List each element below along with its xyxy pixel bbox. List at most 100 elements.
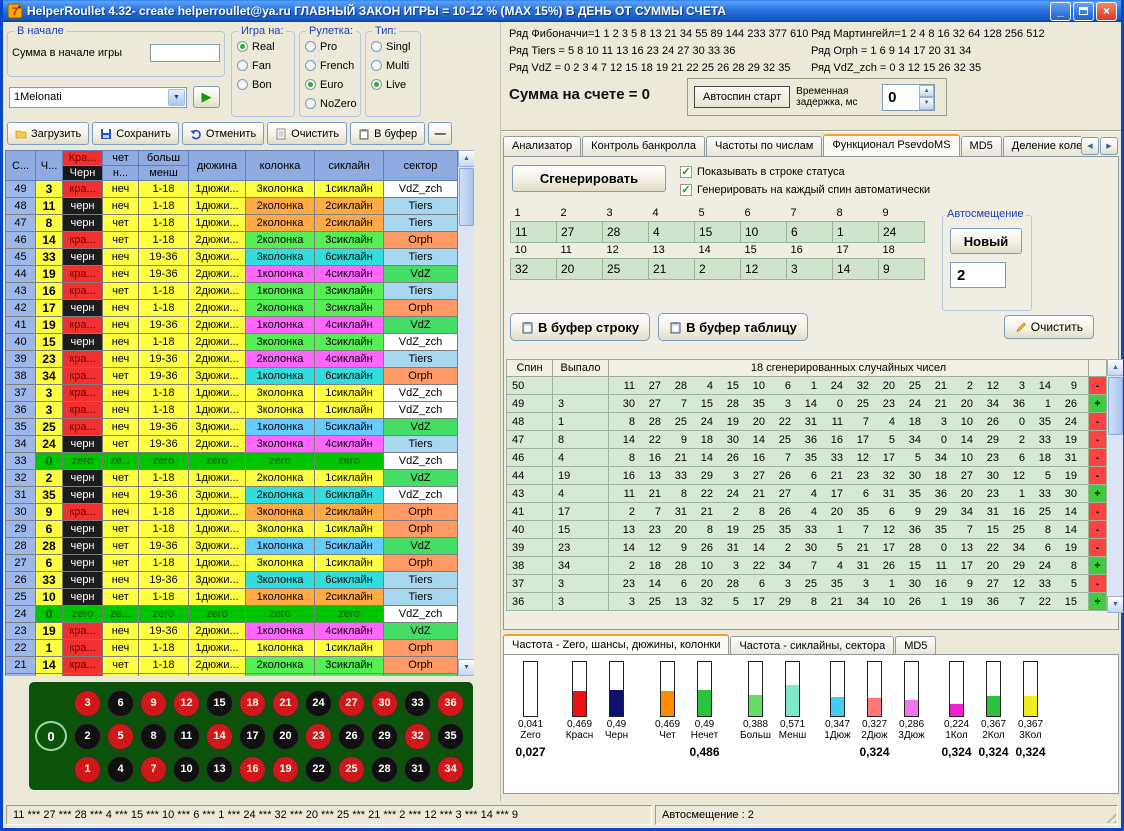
board-number-11[interactable]: 11 (173, 723, 200, 750)
scroll-down-icon[interactable]: ▼ (1107, 596, 1123, 613)
undo-button[interactable]: Отменить (182, 122, 264, 145)
results-row[interactable]: 49330277152835314025232421203436126+ (507, 395, 1107, 413)
scroll-up-icon[interactable]: ▲ (458, 150, 474, 167)
history-header-cell[interactable]: Ч... (36, 151, 63, 181)
save-button[interactable]: Сохранить (92, 122, 179, 145)
history-row[interactable]: 296чернчет1-181дюжи...3колонка1сиклайнOr… (6, 521, 458, 538)
history-row[interactable]: 478чернчет1-181дюжи...2колонка2сиклайнTi… (6, 215, 458, 232)
generate-button[interactable]: Сгенерировать (512, 165, 666, 192)
board-number-24[interactable]: 24 (305, 690, 332, 717)
history-row[interactable]: 276чернчет1-181дюжи...3колонка1сиклайнOr… (6, 555, 458, 572)
board-number-10[interactable]: 10 (173, 756, 200, 783)
board-number-1[interactable]: 1 (74, 756, 101, 783)
history-header-cell[interactable]: дюжина (189, 151, 246, 181)
history-row[interactable]: 4316кра...чет1-182дюжи...1колонка3сиклай… (6, 283, 458, 300)
history-header-cell[interactable]: Черн (63, 166, 103, 181)
board-number-27[interactable]: 27 (338, 690, 365, 717)
board-number-19[interactable]: 19 (272, 756, 299, 783)
load-button[interactable]: Загрузить (7, 122, 89, 145)
radio-live[interactable]: Live (371, 76, 420, 93)
autospin-start-button[interactable]: Автоспин старт (694, 86, 790, 108)
tab-scroll-left-icon[interactable]: ◀ (1081, 137, 1099, 155)
history-row[interactable]: 4119кра...неч19-362дюжи...1колонка4сикла… (6, 317, 458, 334)
history-row[interactable]: 4533черннеч19-363дюжи...3колонка6сиклайн… (6, 249, 458, 266)
copy-row-button[interactable]: В буфер строку (510, 313, 650, 341)
history-header-cell[interactable]: С... (6, 151, 36, 181)
board-number-23[interactable]: 23 (305, 723, 332, 750)
tab-частота-zero-шансы-дюжины-колонки[interactable]: Частота - Zero, шансы, дюжины, колонки (503, 634, 729, 656)
board-number-5[interactable]: 5 (107, 723, 134, 750)
results-row[interactable]: 50112728415106124322025212123149- (507, 377, 1107, 395)
history-header-cell[interactable]: Кра... (63, 151, 103, 166)
board-number-36[interactable]: 36 (437, 690, 464, 717)
board-number-3[interactable]: 3 (74, 690, 101, 717)
board-number-9[interactable]: 9 (140, 690, 167, 717)
delay-spinbox[interactable]: 0 ▲ ▼ (882, 84, 935, 111)
history-header-cell[interactable]: сиклайн (315, 151, 384, 181)
history-row[interactable]: 221кра...неч1-181дюжи...1колонка1сиклайн… (6, 640, 458, 657)
show-in-statusbar-checkbox[interactable]: ✓ Показывать в строке статуса (680, 166, 845, 178)
history-row[interactable]: 4217черннеч1-182дюжи...2колонка3сиклайнO… (6, 300, 458, 317)
radio-euro[interactable]: Euro (305, 76, 360, 93)
board-number-21[interactable]: 21 (272, 690, 299, 717)
board-number-33[interactable]: 33 (404, 690, 431, 717)
copy-table-button[interactable]: В буфер таблицу (658, 313, 808, 341)
history-scrollbar[interactable]: ▲ ▼ (458, 150, 474, 676)
results-row[interactable]: 47814229183014253616175340142923319- (507, 431, 1107, 449)
results-row[interactable]: 4818282524192022311174183102603524- (507, 413, 1107, 431)
history-row[interactable]: 3424чернчет19-362дюжи...3колонка4сиклайн… (6, 436, 458, 453)
results-scrollbar[interactable]: ▲ ▼ (1107, 359, 1123, 613)
close-button[interactable]: × (1096, 2, 1117, 21)
collapse-button[interactable]: — (428, 122, 452, 145)
results-row[interactable]: 39231412926311423052117280132234619- (507, 539, 1107, 557)
results-header-cell[interactable]: 18 сгенерированных случайных чисел (609, 360, 1089, 377)
history-row[interactable]: 3834кра...чет19-363дюжи...1колонка6сикла… (6, 368, 458, 385)
history-row[interactable]: 3135черннеч19-363дюжи...2колонка6сиклайн… (6, 487, 458, 504)
board-number-7[interactable]: 7 (140, 756, 167, 783)
spin-down-icon[interactable]: ▼ (919, 97, 934, 110)
board-number-25[interactable]: 25 (338, 756, 365, 783)
resize-grip[interactable] (1103, 810, 1116, 823)
board-number-20[interactable]: 20 (272, 723, 299, 750)
board-number-35[interactable]: 35 (437, 723, 464, 750)
board-number-6[interactable]: 6 (107, 690, 134, 717)
clear-button[interactable]: Очистить (267, 122, 347, 145)
board-number-12[interactable]: 12 (173, 690, 200, 717)
tab-md5[interactable]: MD5 (895, 636, 936, 656)
results-row[interactable]: 3633251332517298213410261193672215+ (507, 593, 1107, 611)
radio-nozero[interactable]: NoZero (305, 95, 360, 112)
history-row[interactable]: 4419кра...неч19-362дюжи...1колонка4сикла… (6, 266, 458, 283)
board-number-8[interactable]: 8 (140, 723, 167, 750)
radio-real[interactable]: Real (237, 38, 294, 55)
results-row[interactable]: 38342182810322347431261511172029248+ (507, 557, 1107, 575)
board-number-32[interactable]: 32 (404, 723, 431, 750)
board-number-31[interactable]: 31 (404, 756, 431, 783)
radio-pro[interactable]: Pro (305, 38, 360, 55)
history-row[interactable]: 4811черннеч1-181дюжи...2колонка2сиклайнT… (6, 198, 458, 215)
tab-деление-колеса-на[interactable]: Деление колеса на (1003, 136, 1081, 156)
maximize-button[interactable] (1073, 2, 1094, 21)
history-row[interactable]: 4614кра...чет1-182дюжи...2колонка3сиклай… (6, 232, 458, 249)
history-row[interactable]: 2018кра...чет1-182дюжи...3колонка3сиклай… (6, 674, 458, 677)
board-number-4[interactable]: 4 (107, 756, 134, 783)
history-header-cell[interactable]: колонка (246, 151, 315, 181)
radio-french[interactable]: French (305, 57, 360, 74)
history-row[interactable]: 2828чернчет19-363дюжи...1колонка5сиклайн… (6, 538, 458, 555)
board-number-22[interactable]: 22 (305, 756, 332, 783)
profile-combobox[interactable]: 1Melonati ▼ (9, 87, 187, 108)
tab-md5[interactable]: MD5 (961, 136, 1002, 156)
results-header-cell[interactable]: Спин (507, 360, 553, 377)
spin-up-icon[interactable]: ▲ (919, 85, 934, 98)
play-button[interactable]: ▶ (193, 86, 220, 108)
clear-generated-button[interactable]: Очистить (1004, 315, 1094, 339)
new-button[interactable]: Новый (950, 228, 1022, 254)
board-number-14[interactable]: 14 (206, 723, 233, 750)
results-header-cell[interactable]: Выпало (553, 360, 609, 377)
board-zero[interactable]: 0 (35, 721, 67, 751)
tab-scroll-right-icon[interactable]: ▶ (1100, 137, 1118, 155)
board-number-26[interactable]: 26 (338, 723, 365, 750)
history-row[interactable]: 363кра...неч1-181дюжи...3колонка1сиклайн… (6, 402, 458, 419)
scroll-up-icon[interactable]: ▲ (1107, 359, 1123, 376)
results-row[interactable]: 43411218222421274176313536202313330+ (507, 485, 1107, 503)
history-row[interactable]: 322чернчет1-181дюжи...2колонка1сиклайнVd… (6, 470, 458, 487)
